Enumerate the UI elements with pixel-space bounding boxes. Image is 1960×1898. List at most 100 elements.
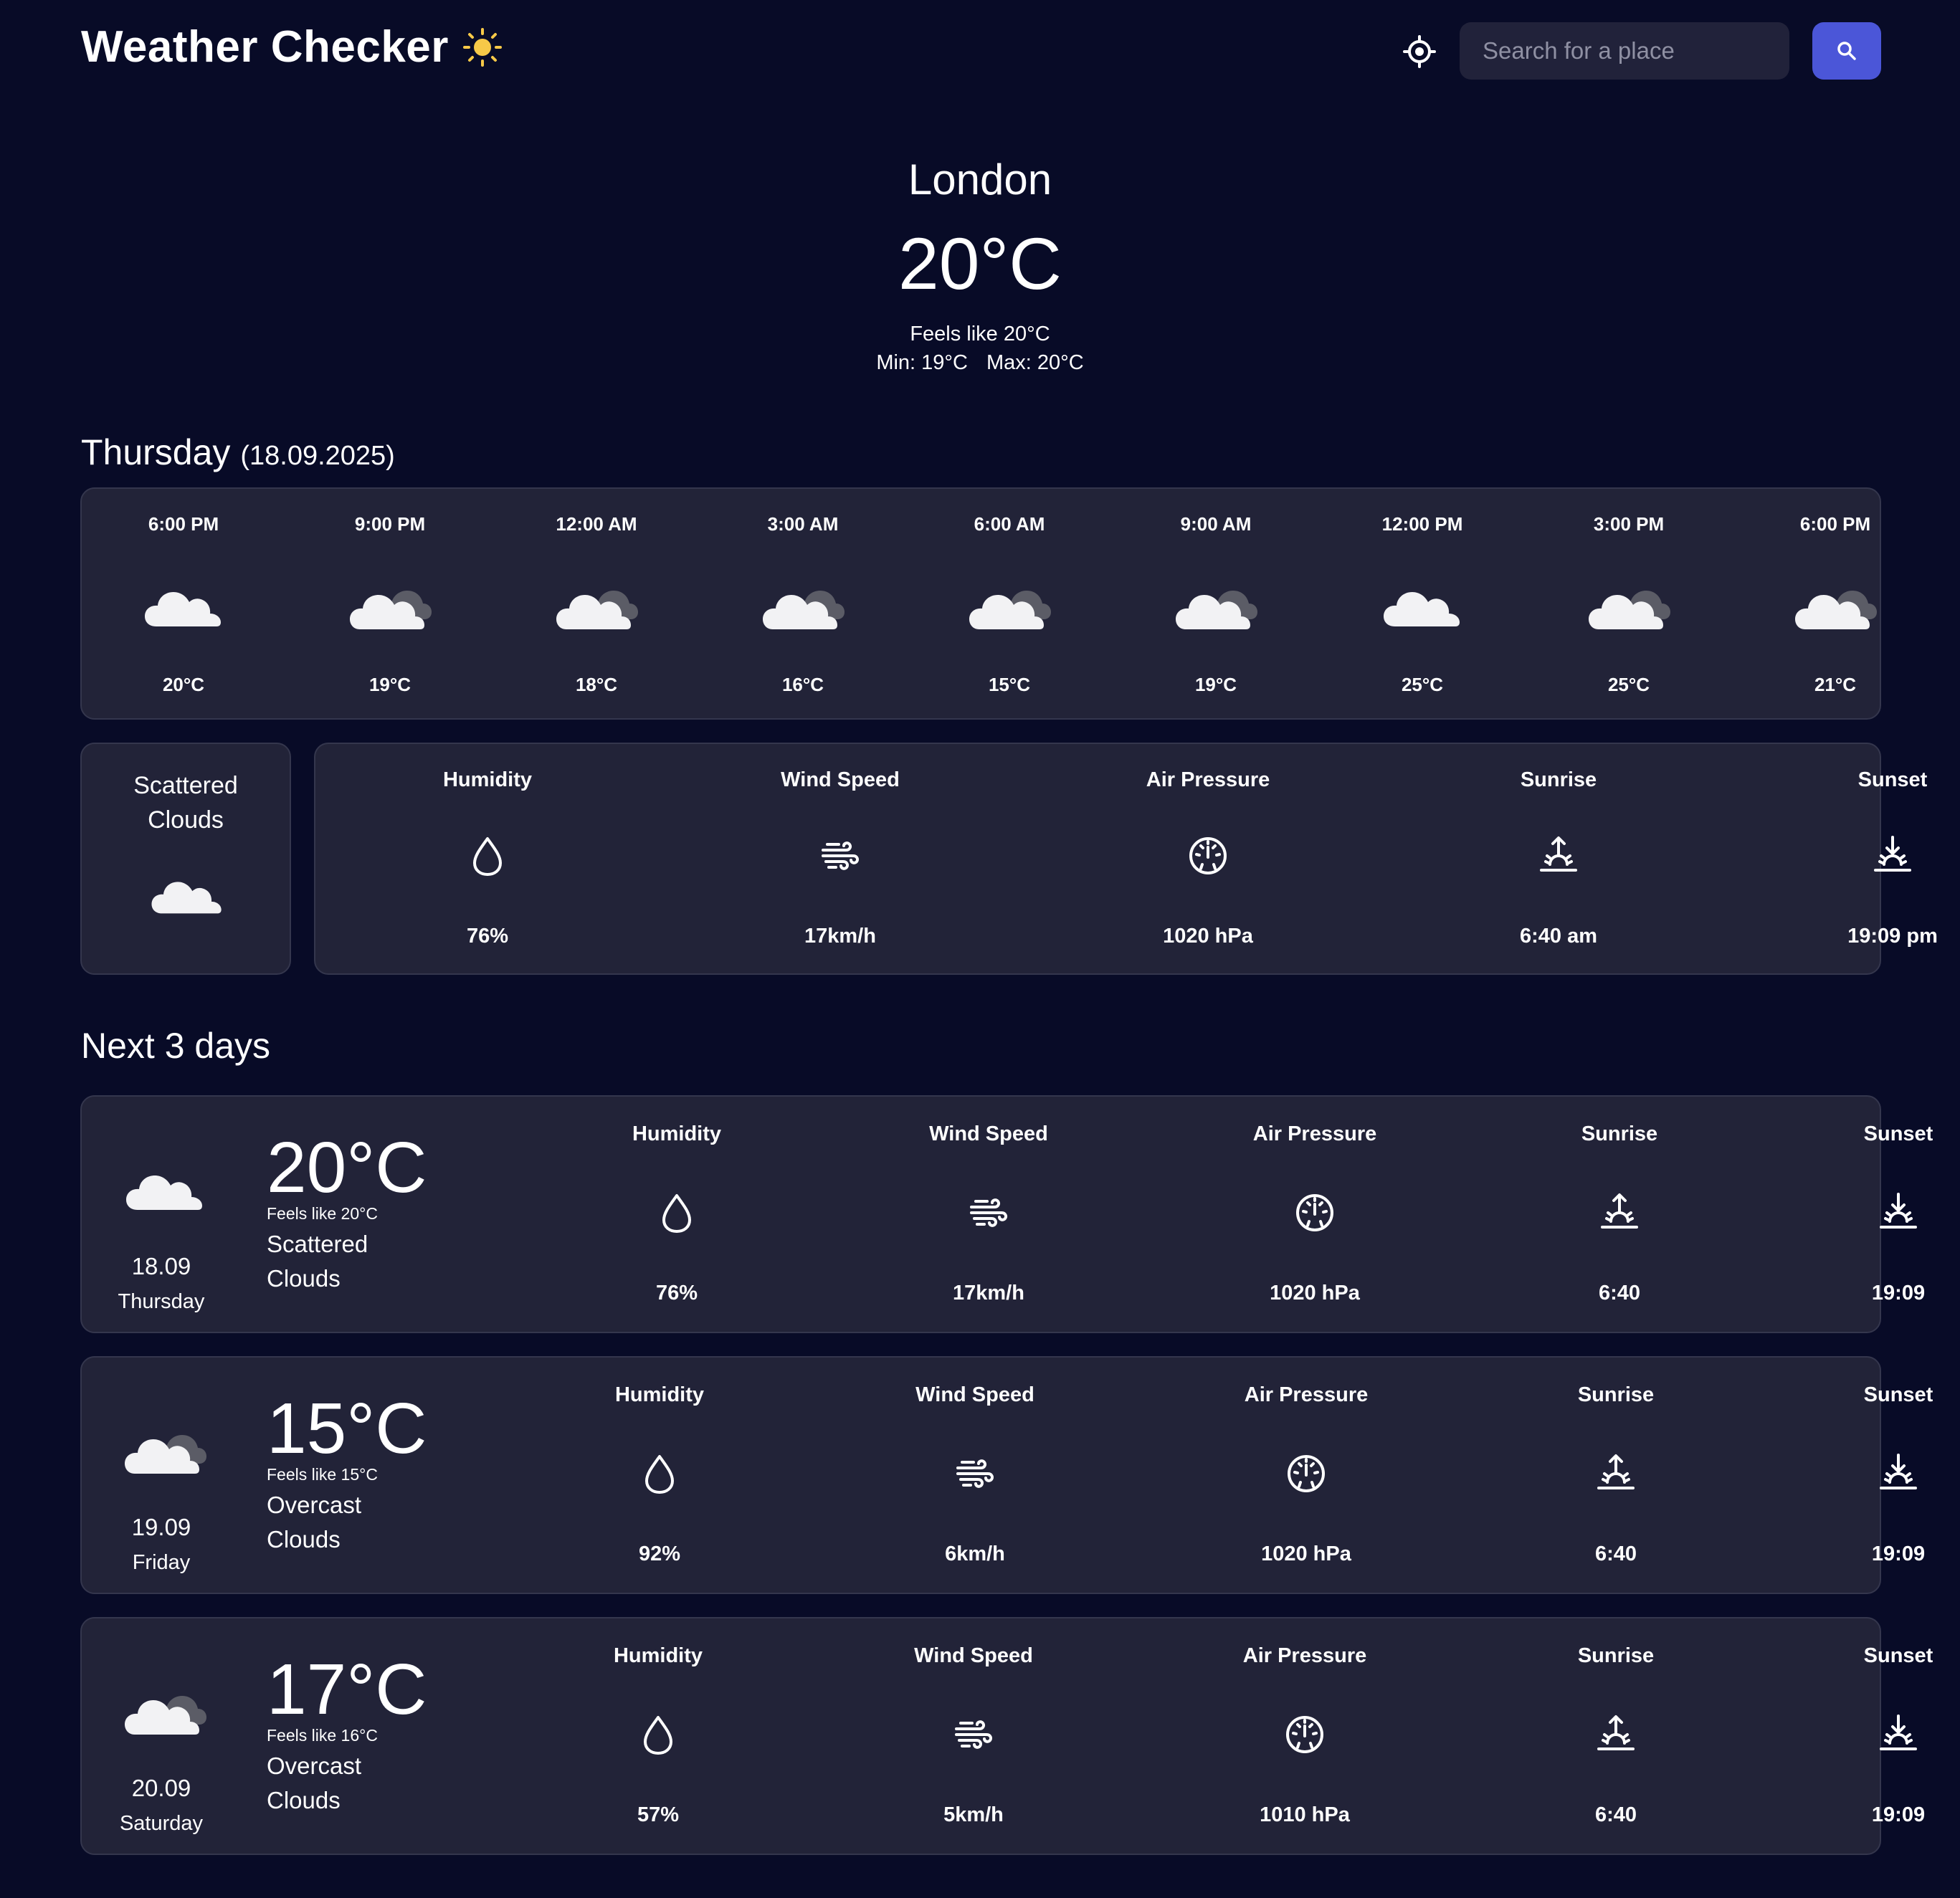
min-max: Min: 19°C Max: 20°C bbox=[0, 351, 1960, 375]
sunrise-metric: Sunrise 6:40 bbox=[1508, 1618, 1723, 1848]
hour-time: 9:00 PM bbox=[354, 513, 426, 535]
sunset-icon bbox=[1875, 1712, 1921, 1758]
metric-value: 6:40 bbox=[1594, 1542, 1637, 1565]
forecast-day: Thursday bbox=[118, 1290, 205, 1313]
wind-metric: Wind Speed 5km/h bbox=[866, 1618, 1081, 1848]
overcast-clouds-icon bbox=[347, 573, 433, 635]
forecast-card: 20.09 Saturday 17°C Feels like 16°C Over… bbox=[80, 1617, 1933, 1855]
humidity-metric: Humidity 76% bbox=[569, 1097, 784, 1326]
hour-time: 12:00 AM bbox=[556, 513, 637, 535]
hour-temp: 20°C bbox=[162, 674, 205, 695]
hour-item: 3:00 PM 25°C bbox=[1557, 489, 1700, 718]
max-temp: Max: 20°C bbox=[986, 351, 1084, 374]
details-card: Humidity 76% Wind Speed 17km/h Air Press… bbox=[314, 743, 1938, 975]
humidity-metric: Humidity 92% bbox=[552, 1358, 767, 1587]
metric-label: Sunrise bbox=[1577, 1644, 1655, 1667]
hour-item: 9:00 AM 19°C bbox=[1144, 489, 1288, 718]
hour-temp: 25°C bbox=[1607, 674, 1650, 695]
overcast-clouds-icon bbox=[553, 573, 639, 635]
metric-value: 6km/h bbox=[945, 1542, 1005, 1565]
metric-value: 76% bbox=[655, 1282, 698, 1305]
search-input[interactable] bbox=[1460, 22, 1789, 80]
hour-temp: 21°C bbox=[1814, 674, 1857, 695]
sunrise-icon bbox=[1593, 1451, 1639, 1497]
metric-label: Wind Speed bbox=[914, 1644, 1033, 1667]
cloud-icon bbox=[122, 1157, 208, 1219]
gauge-icon bbox=[1283, 1451, 1329, 1497]
hour-item: 6:00 PM 20°C bbox=[112, 489, 255, 718]
metric-value: 1020 hPa bbox=[1163, 925, 1253, 948]
sunrise-metric: Sunrise 6:40 bbox=[1512, 1097, 1727, 1326]
cloud-icon bbox=[148, 864, 227, 922]
search-button[interactable] bbox=[1812, 22, 1881, 80]
sun-icon bbox=[462, 27, 502, 67]
metric-value: 1010 hPa bbox=[1260, 1803, 1350, 1826]
metric-value: 6:40 bbox=[1598, 1282, 1641, 1305]
metric-label: Wind Speed bbox=[929, 1122, 1048, 1145]
droplet-icon bbox=[635, 1712, 681, 1758]
sunset-icon bbox=[1875, 1451, 1921, 1497]
today-day: Thursday bbox=[81, 432, 231, 472]
forecast-date: 18.09 bbox=[131, 1253, 191, 1279]
forecast-card: 19.09 Friday 15°C Feels like 15°C Overca… bbox=[80, 1356, 1933, 1594]
wind-metric: Wind Speed 17km/h bbox=[881, 1097, 1096, 1326]
overcast-clouds-icon bbox=[122, 1679, 208, 1740]
gauge-icon bbox=[1292, 1190, 1338, 1236]
forecast-temp: 20°C bbox=[267, 1127, 427, 1208]
forecast-desc: Overcast Clouds bbox=[267, 1492, 362, 1553]
sunset-metric: Sunset 19:09 bbox=[1791, 1618, 1960, 1848]
hour-temp: 18°C bbox=[575, 674, 618, 695]
hour-item: 3:00 AM 16°C bbox=[731, 489, 875, 718]
metric-label: Sunrise bbox=[1581, 1122, 1658, 1145]
metric-label: Air Pressure bbox=[1242, 1644, 1367, 1667]
hour-time: 6:00 PM bbox=[1799, 513, 1871, 535]
sunset-icon bbox=[1870, 833, 1916, 879]
metric-value: 76% bbox=[466, 925, 509, 948]
overcast-clouds-icon bbox=[122, 1418, 208, 1479]
forecast-date: 19.09 bbox=[131, 1514, 191, 1540]
humidity-metric: Humidity 76% bbox=[380, 744, 595, 973]
current-temperature: 20°C bbox=[898, 223, 1062, 305]
hour-temp: 19°C bbox=[1194, 674, 1237, 695]
hour-time: 12:00 PM bbox=[1381, 513, 1463, 535]
metric-value: 1020 hPa bbox=[1261, 1542, 1351, 1565]
hour-item: 6:00 PM 21°C bbox=[1764, 489, 1881, 718]
sunrise-icon bbox=[1536, 833, 1581, 879]
pressure-metric: Air Pressure 1020 hPa bbox=[1207, 1097, 1422, 1326]
hourly-forecast[interactable]: 6:00 PM 20°C 9:00 PM 19°C 12:00 AM 18°C … bbox=[80, 487, 1881, 720]
forecast-day: Saturday bbox=[119, 1812, 204, 1835]
current-location-button[interactable] bbox=[1398, 29, 1441, 75]
gauge-icon bbox=[1185, 833, 1231, 879]
metric-label: Air Pressure bbox=[1146, 768, 1270, 791]
wind-metric: Wind Speed 17km/h bbox=[733, 744, 948, 973]
forecast-feels: Feels like 16°C bbox=[267, 1726, 378, 1745]
metric-label: Air Pressure bbox=[1252, 1122, 1377, 1145]
metric-label: Sunset bbox=[1863, 1383, 1933, 1406]
pressure-metric: Air Pressure 1010 hPa bbox=[1197, 1618, 1412, 1848]
hour-item: 12:00 AM 18°C bbox=[525, 489, 668, 718]
feels-like: Feels like 20°C bbox=[910, 323, 1050, 345]
overcast-clouds-icon bbox=[1173, 573, 1259, 635]
forecast-day: Friday bbox=[132, 1551, 191, 1574]
pressure-metric: Air Pressure 1020 hPa bbox=[1100, 744, 1316, 973]
metric-value: 92% bbox=[638, 1542, 681, 1565]
condition-card: Scattered Clouds bbox=[80, 743, 291, 975]
today-date: (18.09.2025) bbox=[240, 441, 395, 471]
droplet-icon bbox=[465, 833, 510, 879]
forecast-feels: Feels like 15°C bbox=[267, 1465, 378, 1484]
metric-value: 17km/h bbox=[953, 1282, 1024, 1305]
crosshair-icon bbox=[1403, 35, 1436, 68]
metric-label: Sunset bbox=[1863, 1122, 1933, 1145]
weather-app: Weather Checker London 20°C Feels like 2… bbox=[0, 0, 1960, 1898]
today-heading: Thursday (18.09.2025) bbox=[81, 431, 395, 473]
hour-item: 9:00 PM 19°C bbox=[318, 489, 462, 718]
forecast-date: 20.09 bbox=[131, 1775, 191, 1801]
pressure-metric: Air Pressure 1020 hPa bbox=[1199, 1358, 1414, 1587]
forecast-feels: Feels like 20°C bbox=[267, 1204, 378, 1223]
search-icon bbox=[1837, 42, 1856, 60]
sunset-icon bbox=[1875, 1190, 1921, 1236]
metric-value: 57% bbox=[637, 1803, 680, 1826]
hour-item: 6:00 AM 15°C bbox=[938, 489, 1081, 718]
wind-icon bbox=[952, 1451, 998, 1497]
metric-label: Humidity bbox=[614, 1383, 705, 1406]
